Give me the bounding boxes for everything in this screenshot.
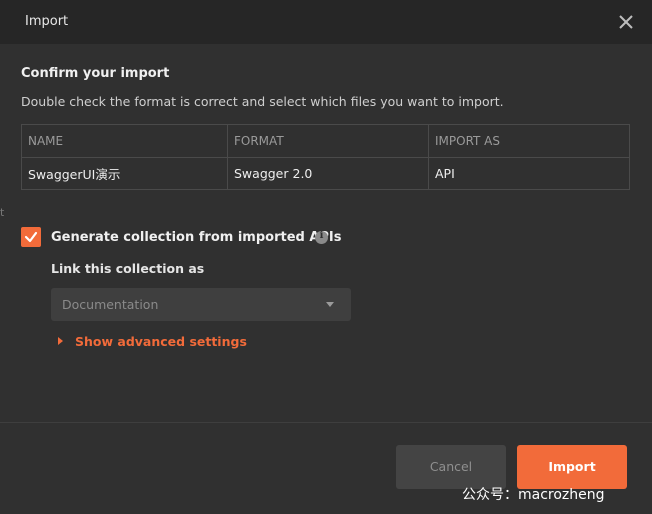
file-name-cell: SwaggerUI演示 [21,157,228,190]
dialog-title: Import [25,14,69,29]
table-header-row: NAME FORMAT IMPORT AS [21,124,630,158]
cancel-button[interactable]: Cancel [396,445,506,489]
link-collection-select[interactable]: Documentation [51,288,351,321]
caret-right-icon [58,337,63,345]
link-collection-label: Link this collection as [51,261,205,276]
watermark-text: 公众号：macrozheng [462,487,605,503]
background-text-fragment: t [0,206,5,219]
import-as-cell: API [428,157,630,190]
chevron-down-icon [326,302,334,307]
confirm-description: Double check the format is correct and s… [21,94,504,109]
close-icon[interactable] [616,12,636,32]
column-header-import-as: IMPORT AS [428,124,630,158]
file-format-cell: Swagger 2.0 [227,157,429,190]
show-advanced-settings-label: Show advanced settings [75,334,247,349]
dialog-header: Import [0,0,652,44]
import-dialog: Import t Confirm your import Double chec… [0,0,652,514]
info-icon[interactable] [315,230,328,244]
generate-collection-label: Generate collection from imported APIs [51,230,342,245]
confirm-title: Confirm your import [21,66,170,81]
import-button[interactable]: Import [517,445,627,489]
checkmark-icon [24,231,38,243]
column-header-format: FORMAT [227,124,429,158]
link-collection-select-value: Documentation [62,297,159,312]
generate-collection-checkbox[interactable] [21,227,41,247]
footer-divider [0,422,652,423]
import-files-table: NAME FORMAT IMPORT AS SwaggerUI演示 Swagge… [21,124,630,190]
table-row[interactable]: SwaggerUI演示 Swagger 2.0 API [21,157,630,190]
show-advanced-settings-link[interactable]: Show advanced settings [58,334,247,349]
column-header-name: NAME [21,124,228,158]
